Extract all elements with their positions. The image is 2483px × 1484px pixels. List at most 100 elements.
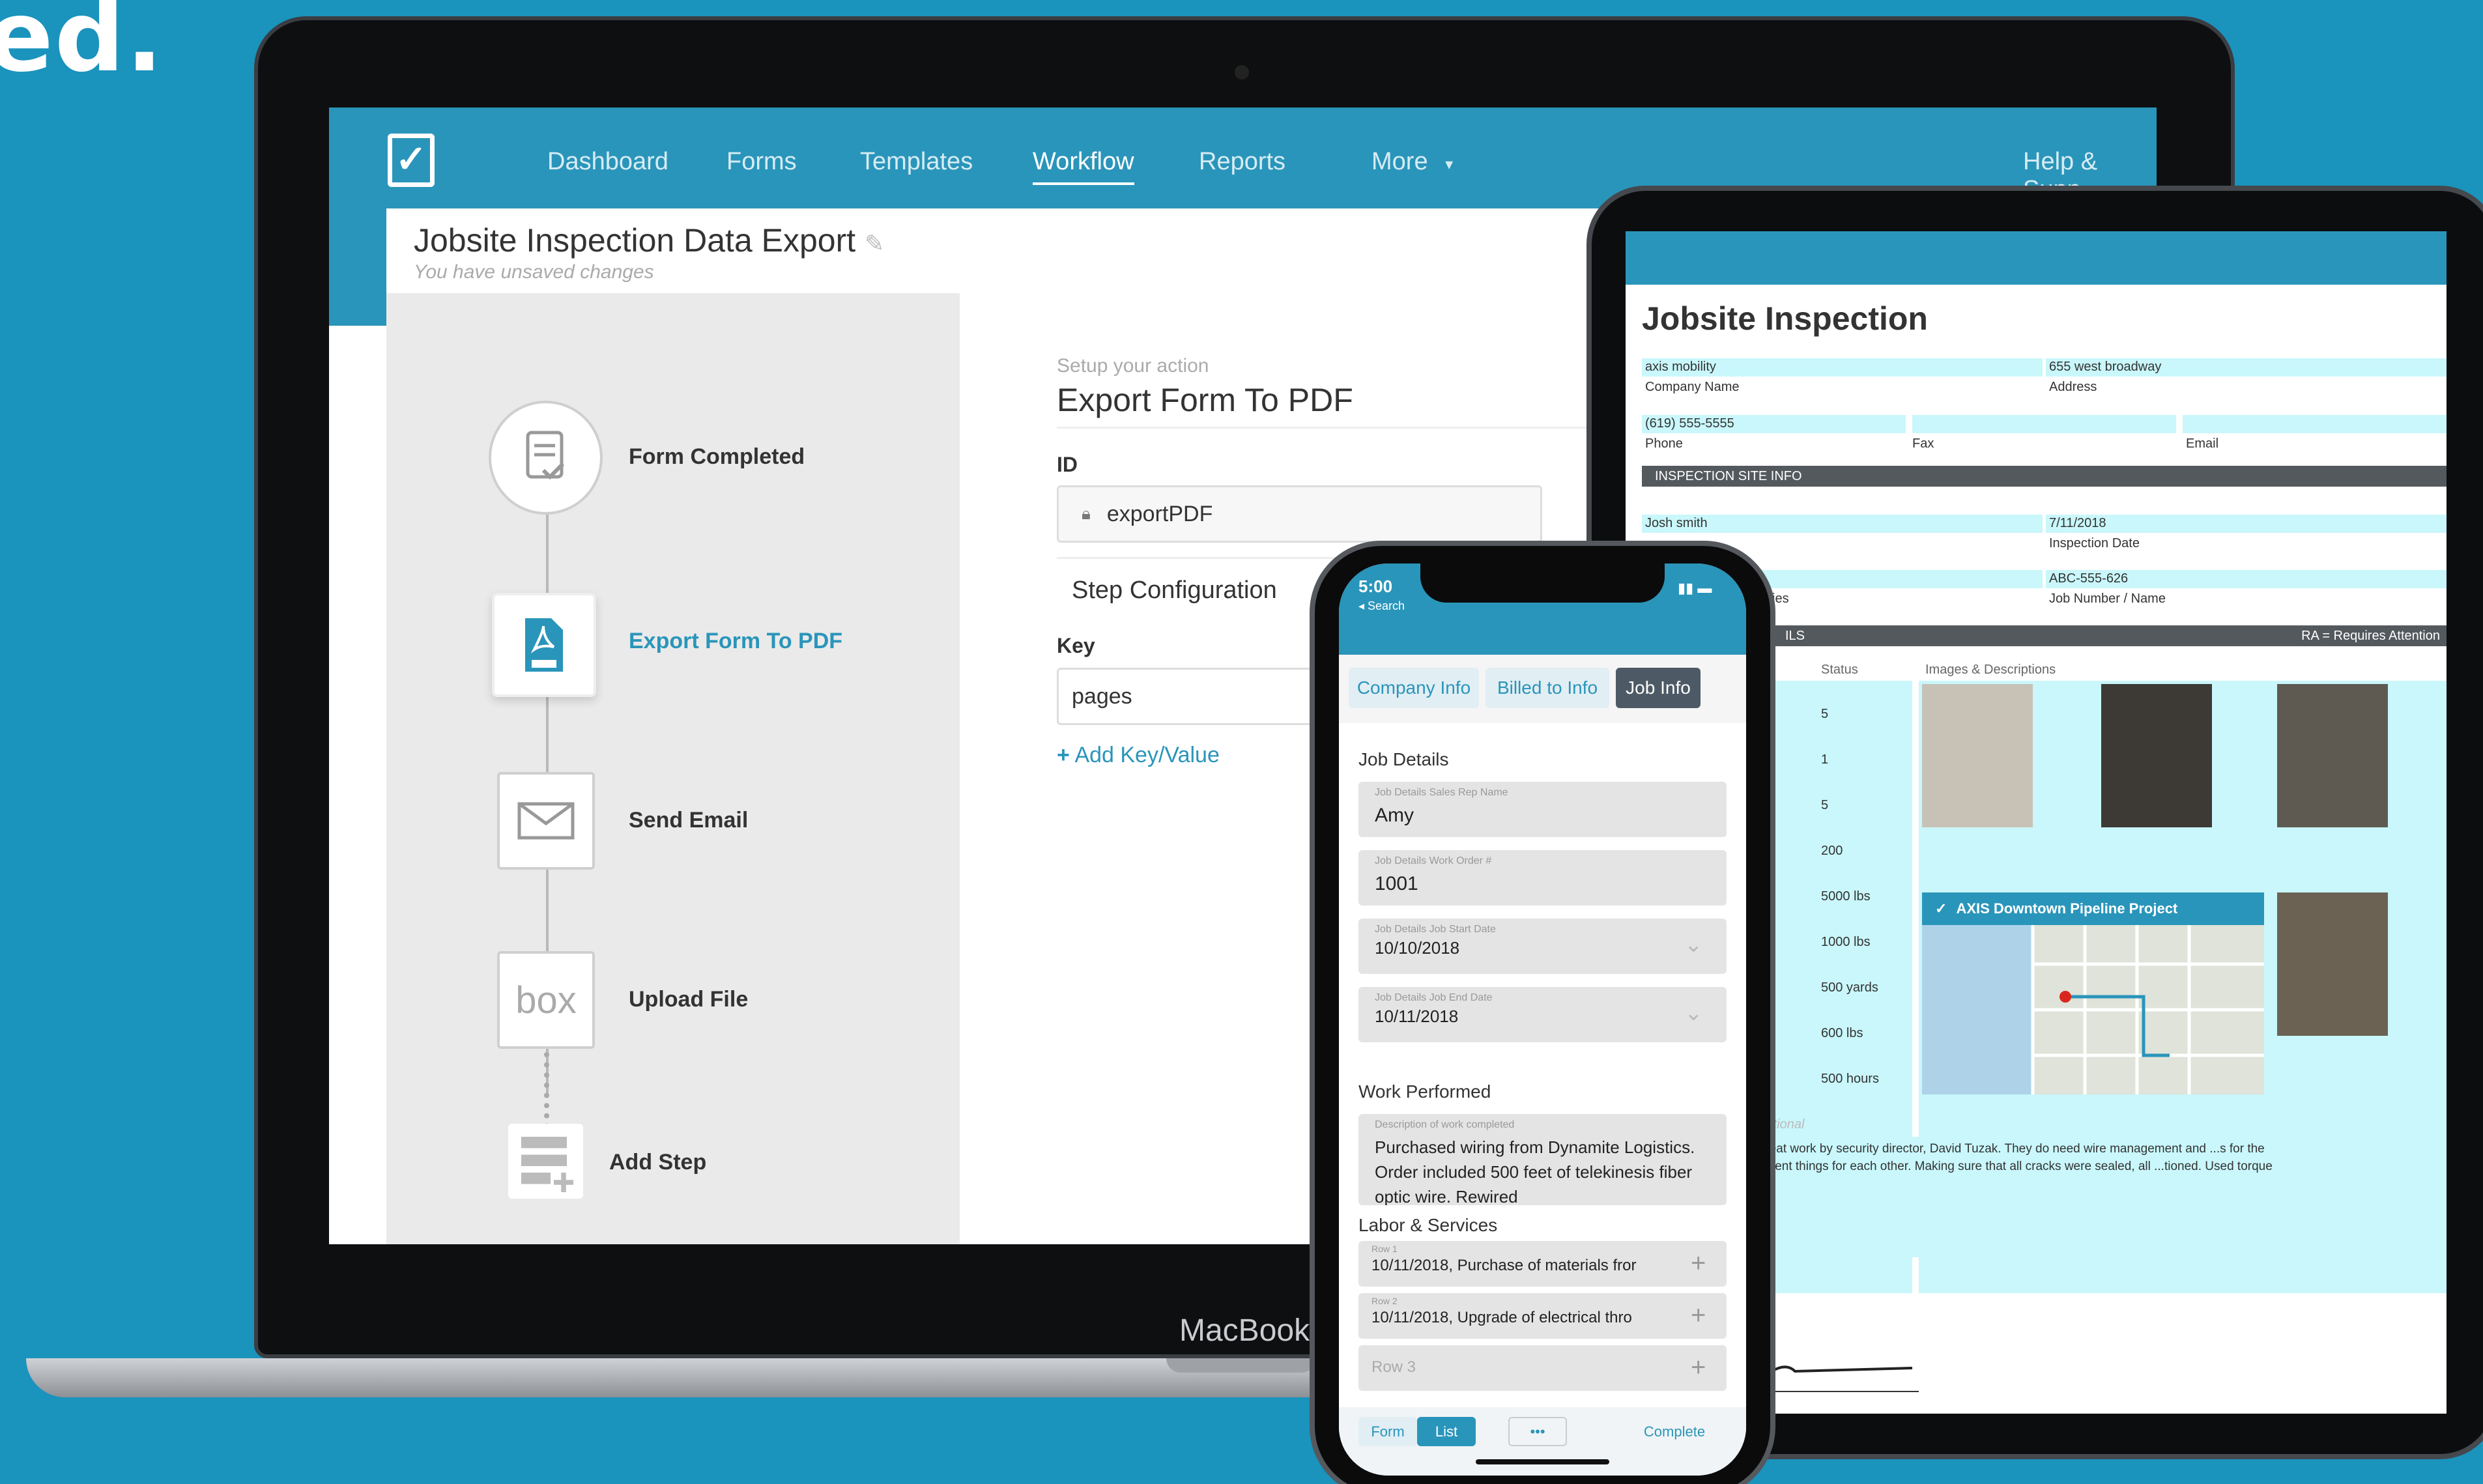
company-name-label: Company Name bbox=[1645, 380, 1740, 394]
step-form-completed-node[interactable] bbox=[489, 401, 603, 515]
field-label: Job Details Sales Rep Name bbox=[1375, 787, 1508, 798]
key-label: Key bbox=[1057, 634, 1095, 657]
headline-text: ed. bbox=[0, 0, 165, 94]
inspection-date-label: Inspection Date bbox=[2049, 536, 2140, 550]
back-search-link[interactable]: ◂ Search bbox=[1358, 599, 1405, 613]
nav-more[interactable]: More ▾ bbox=[1371, 148, 1453, 176]
pdf-icon bbox=[525, 618, 563, 672]
field-label: Job Details Work Order # bbox=[1375, 855, 1492, 866]
laptop-notch bbox=[1166, 1358, 1316, 1373]
status-value: 5 bbox=[1821, 798, 1829, 812]
nav-dashboard[interactable]: Dashboard bbox=[547, 148, 668, 176]
chevron-down-icon: ⌄ bbox=[1684, 1001, 1703, 1025]
battery-icon: ▮▮ ▬ bbox=[1678, 580, 1712, 596]
action-title: Export Form To PDF bbox=[1057, 382, 1353, 418]
email-label: Email bbox=[2186, 436, 2219, 451]
home-indicator bbox=[1476, 1459, 1609, 1464]
nav-templates[interactable]: Templates bbox=[860, 148, 973, 176]
id-field[interactable]: 🔒︎ exportPDF bbox=[1057, 485, 1542, 543]
phone-screen: 5:00 ◂ Search ▮▮ ▬ Company Info Billed t… bbox=[1339, 564, 1746, 1476]
setup-label: Setup your action bbox=[1057, 355, 1209, 377]
address-label: Address bbox=[2049, 380, 2097, 394]
status-value: 500 hours bbox=[1821, 1072, 1879, 1086]
plus-icon: + bbox=[1057, 743, 1070, 767]
end-date-field[interactable]: Job Details Job End Date 10/11/2018 ⌄ bbox=[1358, 987, 1727, 1042]
chevron-down-icon: ⌄ bbox=[1684, 932, 1703, 957]
id-label: ID bbox=[1057, 453, 1078, 476]
row-placeholder: Row 3 bbox=[1371, 1358, 1416, 1376]
add-key-value-link[interactable]: + Add Key/Value bbox=[1057, 743, 1220, 768]
app-logo-icon[interactable]: ✓ bbox=[388, 134, 435, 187]
envelope-icon bbox=[517, 802, 575, 840]
photo-thumbnail[interactable] bbox=[2277, 892, 2388, 1036]
caret-down-icon: ▾ bbox=[1445, 156, 1454, 173]
labor-row[interactable]: Row 1 10/11/2018, Purchase of materials … bbox=[1358, 1241, 1727, 1287]
status-value: 500 yards bbox=[1821, 980, 1878, 995]
images-column-header: Images & Descriptions bbox=[1925, 663, 2056, 677]
job-details-header: Job Details bbox=[1358, 749, 1449, 769]
field-label: Job Details Job Start Date bbox=[1375, 924, 1496, 935]
status-value: 1 bbox=[1821, 752, 1829, 767]
inspection-date-value: 7/11/2018 bbox=[2049, 516, 2106, 530]
map-title-text: AXIS Downtown Pipeline Project bbox=[1956, 900, 2178, 917]
pencil-icon[interactable]: ✎ bbox=[865, 230, 884, 257]
field-label: Description of work completed bbox=[1375, 1119, 1515, 1130]
plus-icon[interactable]: + bbox=[1691, 1353, 1706, 1382]
email-value-box bbox=[2183, 415, 2447, 433]
list-view-button[interactable]: List bbox=[1417, 1417, 1476, 1446]
photo-thumbnail[interactable] bbox=[2277, 684, 2388, 827]
step-label[interactable]: Form Completed bbox=[629, 444, 805, 470]
key-value: pages bbox=[1072, 683, 1132, 709]
nav-more-label: More bbox=[1371, 148, 1428, 175]
nav-reports[interactable]: Reports bbox=[1199, 148, 1285, 176]
sales-rep-field[interactable]: Job Details Sales Rep Name Amy bbox=[1358, 782, 1727, 837]
plus-icon[interactable]: + bbox=[1691, 1249, 1706, 1278]
step-label-active[interactable]: Export Form To PDF bbox=[629, 629, 842, 654]
row-value: 10/11/2018, Upgrade of electrical thro bbox=[1371, 1309, 1632, 1326]
map-title: ✓ AXIS Downtown Pipeline Project bbox=[1922, 892, 2264, 925]
step-export-pdf-node[interactable] bbox=[492, 593, 596, 697]
unsaved-status: You have unsaved changes bbox=[414, 261, 654, 283]
step-label[interactable]: Upload File bbox=[629, 987, 748, 1012]
work-order-field[interactable]: Job Details Work Order # 1001 bbox=[1358, 850, 1727, 906]
step-label[interactable]: Send Email bbox=[629, 808, 748, 833]
nav-workflow[interactable]: Workflow bbox=[1033, 148, 1134, 185]
nav-forms[interactable]: Forms bbox=[726, 148, 797, 176]
tab-billed-to-info[interactable]: Billed to Info bbox=[1485, 668, 1609, 708]
contact-value: Josh smith bbox=[1645, 516, 1708, 530]
field-value: Amy bbox=[1375, 805, 1414, 826]
map-widget[interactable]: ✓ AXIS Downtown Pipeline Project bbox=[1922, 892, 2264, 1094]
step-label[interactable]: Add Step bbox=[609, 1150, 706, 1175]
details-header-fragment: ILS bbox=[1785, 628, 1805, 643]
map-image bbox=[1922, 925, 2264, 1094]
step-send-email-node[interactable] bbox=[497, 772, 595, 870]
status-column-header: Status bbox=[1821, 663, 1858, 677]
page-title[interactable]: Jobsite Inspection Data Export ✎ bbox=[414, 221, 884, 259]
row-label: Row 2 bbox=[1371, 1296, 1398, 1306]
tab-job-info[interactable]: Job Info bbox=[1616, 668, 1701, 708]
add-step-button[interactable] bbox=[508, 1124, 583, 1199]
status-value: 200 bbox=[1821, 844, 1843, 858]
page-title-text: Jobsite Inspection Data Export bbox=[414, 222, 856, 259]
field-value: 10/11/2018 bbox=[1375, 1006, 1459, 1026]
job-number-value: ABC-555-626 bbox=[2049, 571, 2129, 586]
labor-row[interactable]: Row 2 10/11/2018, Upgrade of electrical … bbox=[1358, 1293, 1727, 1339]
tab-company-info[interactable]: Company Info bbox=[1349, 668, 1479, 708]
complete-button[interactable]: Complete bbox=[1626, 1417, 1723, 1446]
step-configuration-label: Step Configuration bbox=[1072, 577, 1277, 604]
attention-note: RA = Requires Attention bbox=[2301, 628, 2440, 643]
site-info-header: INSPECTION SITE INFO bbox=[1642, 466, 2447, 487]
field-label: Job Details Job End Date bbox=[1375, 992, 1493, 1003]
step-upload-file-node[interactable]: box bbox=[497, 951, 595, 1049]
photo-thumbnail[interactable] bbox=[2101, 684, 2212, 827]
work-description-field[interactable]: Description of work completed Purchased … bbox=[1358, 1114, 1727, 1205]
more-options-button[interactable]: ••• bbox=[1508, 1417, 1567, 1446]
start-date-field[interactable]: Job Details Job Start Date 10/10/2018 ⌄ bbox=[1358, 919, 1727, 974]
id-value: exportPDF bbox=[1106, 501, 1213, 526]
field-value: 10/10/2018 bbox=[1375, 938, 1460, 958]
field-value: Purchased wiring from Dynamite Logistics… bbox=[1375, 1137, 1695, 1205]
labor-row[interactable]: Row 3 + bbox=[1358, 1345, 1727, 1391]
form-view-button[interactable]: Form bbox=[1358, 1417, 1417, 1446]
photo-thumbnail[interactable] bbox=[1922, 684, 2033, 827]
plus-icon[interactable]: + bbox=[1691, 1301, 1706, 1330]
